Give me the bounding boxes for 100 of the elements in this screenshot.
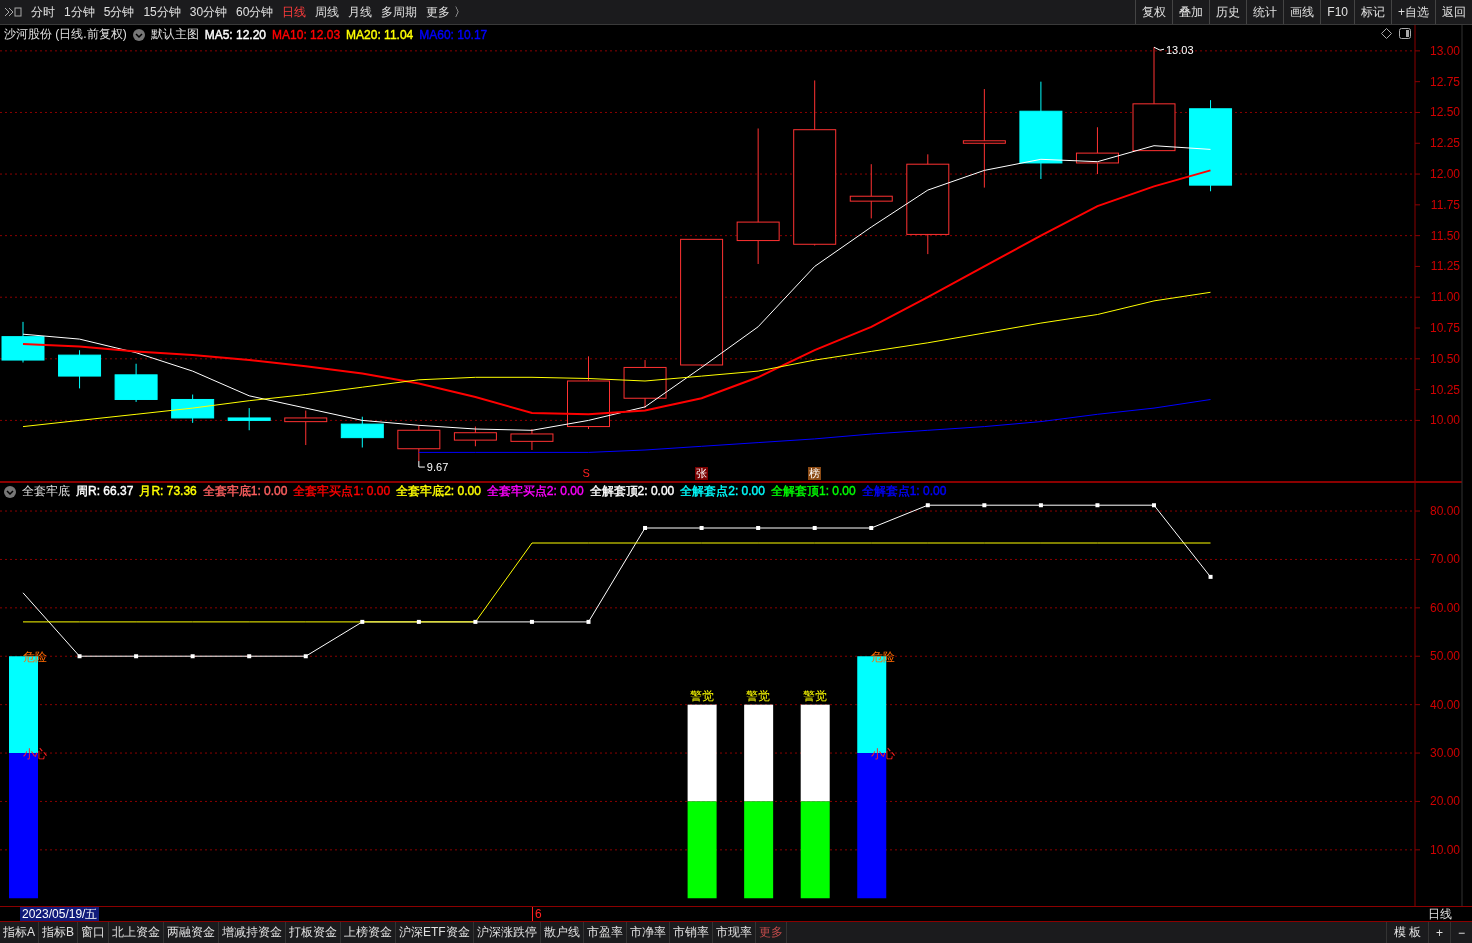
candlestick (1, 321, 45, 363)
period-tab[interactable]: 1分钟 (64, 3, 95, 21)
axis-label: 12.75 (1429, 74, 1460, 89)
point (360, 619, 365, 624)
period-tab[interactable]: 60分钟 (236, 3, 274, 21)
indicator-value: 全解套顶2: 0.00 (589, 483, 675, 500)
signal-label: 警觉 (802, 688, 827, 703)
point (473, 619, 478, 624)
signal-marker: S (581, 467, 591, 480)
signal-label: 警觉 (689, 688, 714, 703)
axis-label: 50.00 (1429, 649, 1460, 664)
point (812, 525, 817, 530)
stock-title: 沙河股份 (日线.前复权) (4, 26, 127, 43)
indicator-tab[interactable]: 沪深ETF资金 (396, 922, 474, 943)
indicator-value: MA5: 12.20 (204, 27, 267, 42)
indicator-tab[interactable]: 指标A (0, 922, 39, 943)
price-annotation: 13.03 (1153, 44, 1194, 57)
indicator-value: 周R: 66.37 (76, 483, 134, 500)
point (303, 654, 308, 659)
candlestick (453, 426, 497, 447)
axis-label: 10.75 (1429, 321, 1460, 335)
collapse-icon[interactable] (4, 6, 22, 18)
signal-marker: 张 (694, 467, 708, 480)
axis-label: 70.00 (1429, 552, 1460, 567)
period-label: 日线 (1428, 907, 1452, 921)
indicator-value: MA10: 12.03 (272, 27, 341, 42)
indicator-tab[interactable]: 北上资金 (109, 922, 165, 943)
axis-label: 80.00 (1429, 504, 1460, 519)
axis-label: 12.50 (1429, 105, 1460, 120)
point (1152, 503, 1156, 508)
period-tab[interactable]: 月线 (348, 3, 373, 21)
candlestick (340, 416, 384, 448)
axis-label: 10.00 (1429, 842, 1460, 857)
point (416, 619, 421, 624)
indicator-tab[interactable]: 两融资金 (164, 922, 220, 943)
indicator-value: 全解套点2: 0.00 (680, 483, 765, 500)
signal-label: 警觉 (746, 688, 771, 703)
axis-label: 11.00 (1430, 290, 1460, 305)
period-tab[interactable]: 多周期 (381, 3, 418, 21)
point (77, 654, 82, 659)
indicator-value: 月R: 73.36 (139, 483, 197, 500)
diamond-icon[interactable] (1381, 28, 1392, 39)
axis-label: 11.75 (1430, 197, 1460, 212)
period-tab[interactable]: 30分钟 (189, 3, 228, 21)
period-tab[interactable]: 5分钟 (103, 3, 135, 21)
axis-label: 12.00 (1429, 167, 1460, 182)
period-tab[interactable]: 分时 (31, 3, 55, 21)
point (247, 654, 252, 659)
candlestick (397, 424, 441, 462)
indicator-value: 全套牢底2: 0.00 (396, 483, 481, 500)
indicator-value: 全解套顶1: 0.00 (770, 483, 856, 500)
indicator-tab[interactable]: 增减持资金 (219, 922, 287, 943)
signal-marker: 榜 (807, 467, 821, 480)
axis-label: 40.00 (1429, 697, 1460, 712)
price-annotation: 9.67 (418, 460, 449, 474)
axis-label: 12.25 (1429, 136, 1460, 151)
indicator-value: MA20: 11.04 (346, 27, 414, 42)
period-tab[interactable]: 日线 (282, 3, 307, 21)
axis-label: 30.00 (1429, 746, 1460, 761)
dropdown-icon[interactable] (4, 485, 16, 498)
indicator-value: 全解套点1: 0.00 (861, 483, 947, 500)
candlestick (58, 349, 102, 389)
point (134, 654, 139, 659)
point (529, 619, 534, 624)
axis-label: 10.25 (1429, 382, 1460, 397)
candlestick (849, 163, 893, 219)
axis-label: 13.00 (1429, 43, 1460, 58)
point (982, 503, 987, 508)
candlestick (623, 359, 667, 409)
indicator-tab[interactable]: 指标B (39, 922, 79, 943)
point (643, 525, 648, 530)
point (869, 525, 874, 530)
date-label: 2023/05/19/五 (20, 907, 100, 921)
axis-label: 20.00 (1429, 794, 1460, 809)
point (586, 619, 591, 624)
indicator-title: 全套牢底 (22, 483, 70, 500)
axis-label: 10.50 (1429, 351, 1460, 366)
axis-label: 10.00 (1429, 413, 1460, 428)
period-tab[interactable]: 15分钟 (143, 3, 181, 21)
axis-label: 11.25 (1430, 259, 1460, 274)
point (190, 654, 195, 659)
point (1038, 503, 1043, 508)
indicator-tab[interactable]: 上榜资金 (341, 922, 397, 943)
axis-label: 60.00 (1429, 600, 1460, 615)
candlestick (114, 363, 158, 403)
panel-toggle-icon[interactable] (1399, 28, 1411, 39)
candlestick (1075, 126, 1119, 175)
point (699, 525, 704, 530)
point (1208, 574, 1213, 579)
indicator-value: 全套牢买点1: 0.00 (293, 483, 391, 500)
axis-label: 11.50 (1430, 228, 1460, 243)
point (925, 503, 930, 508)
indicator-tab[interactable]: 打板资金 (286, 922, 342, 943)
template-label[interactable]: 默认主图 (150, 26, 199, 43)
period-tab[interactable]: 周线 (315, 3, 340, 21)
point (756, 525, 761, 530)
point (1095, 503, 1100, 508)
candlestick (227, 407, 271, 431)
dropdown-icon[interactable] (132, 28, 145, 41)
more-menu[interactable]: 更多 〉 (426, 3, 466, 21)
